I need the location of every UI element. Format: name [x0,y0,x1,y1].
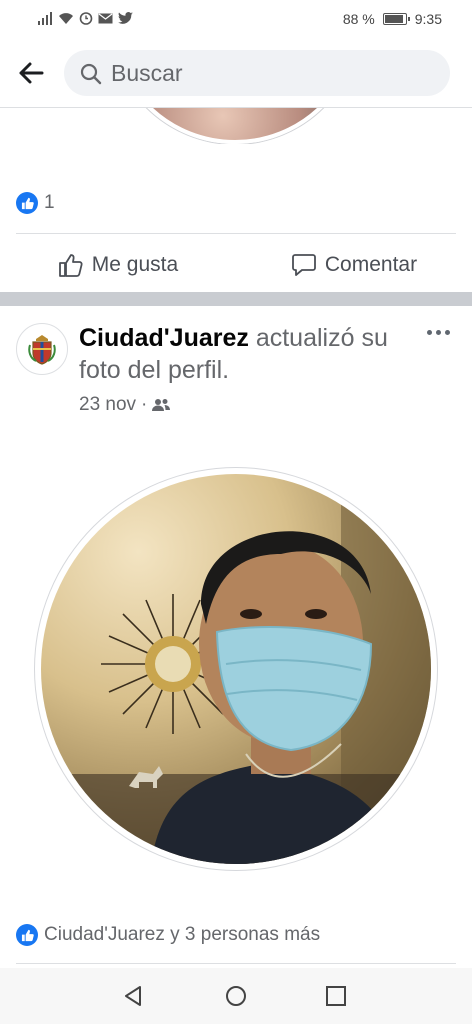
like-icon [58,254,83,277]
like-button[interactable]: Me gusta [0,240,236,290]
twitter-icon [118,12,133,24]
alarm-icon [79,12,93,25]
city-seal-icon [28,335,56,365]
status-icons [38,11,133,25]
post-date[interactable]: 23 nov [79,394,136,416]
search-icon [80,63,102,85]
search-placeholder: Buscar [111,60,183,86]
back-nav-icon[interactable] [120,982,148,1010]
battery-icon [382,13,410,25]
more-options-icon[interactable] [424,322,452,342]
status-bar: 88 % 9:35 [0,0,472,38]
profile-photo[interactable] [35,468,437,870]
meta-separator: · [141,394,148,415]
search-header: Buscar [0,38,472,108]
friends-icon [152,399,171,411]
recents-nav-icon[interactable] [322,982,350,1010]
comment-button[interactable]: Comentar [236,240,472,290]
search-input[interactable]: Buscar [64,50,450,96]
divider [16,233,456,234]
post-meta: 23 nov · [79,394,171,416]
battery-percent: 88 % [342,11,375,27]
back-arrow-icon[interactable] [14,56,48,90]
feed-separator [0,292,472,306]
clock: 9:35 [414,11,442,27]
like-count: 1 [44,192,55,213]
signal-icon [38,11,52,25]
status-right: 88 % 9:35 [343,11,442,27]
comment-icon [291,254,316,276]
system-navigation-bar [0,968,472,1024]
post-reactions[interactable]: Ciudad'Juarez y 3 personas más [16,924,320,946]
comment-label: Comentar [324,253,418,276]
post-title: Ciudad'Juarez actualizó su foto del perf… [79,322,419,386]
likes-summary: Ciudad'Juarez y 3 personas más [44,924,321,945]
home-nav-icon[interactable] [222,982,250,1010]
profile-photo-image [41,474,431,864]
divider [16,963,456,964]
wifi-icon [59,12,73,24]
like-reaction-icon [16,192,38,214]
mail-icon [98,13,113,23]
previous-post-actions: Me gusta Comentar [0,240,472,290]
previous-post-reactions[interactable]: 1 [16,192,55,214]
like-label: Me gusta [91,253,179,276]
author-name[interactable]: Ciudad'Juarez [79,324,249,352]
previous-profile-photo[interactable] [110,108,360,144]
like-reaction-icon [16,924,38,946]
avatar[interactable] [16,323,68,375]
